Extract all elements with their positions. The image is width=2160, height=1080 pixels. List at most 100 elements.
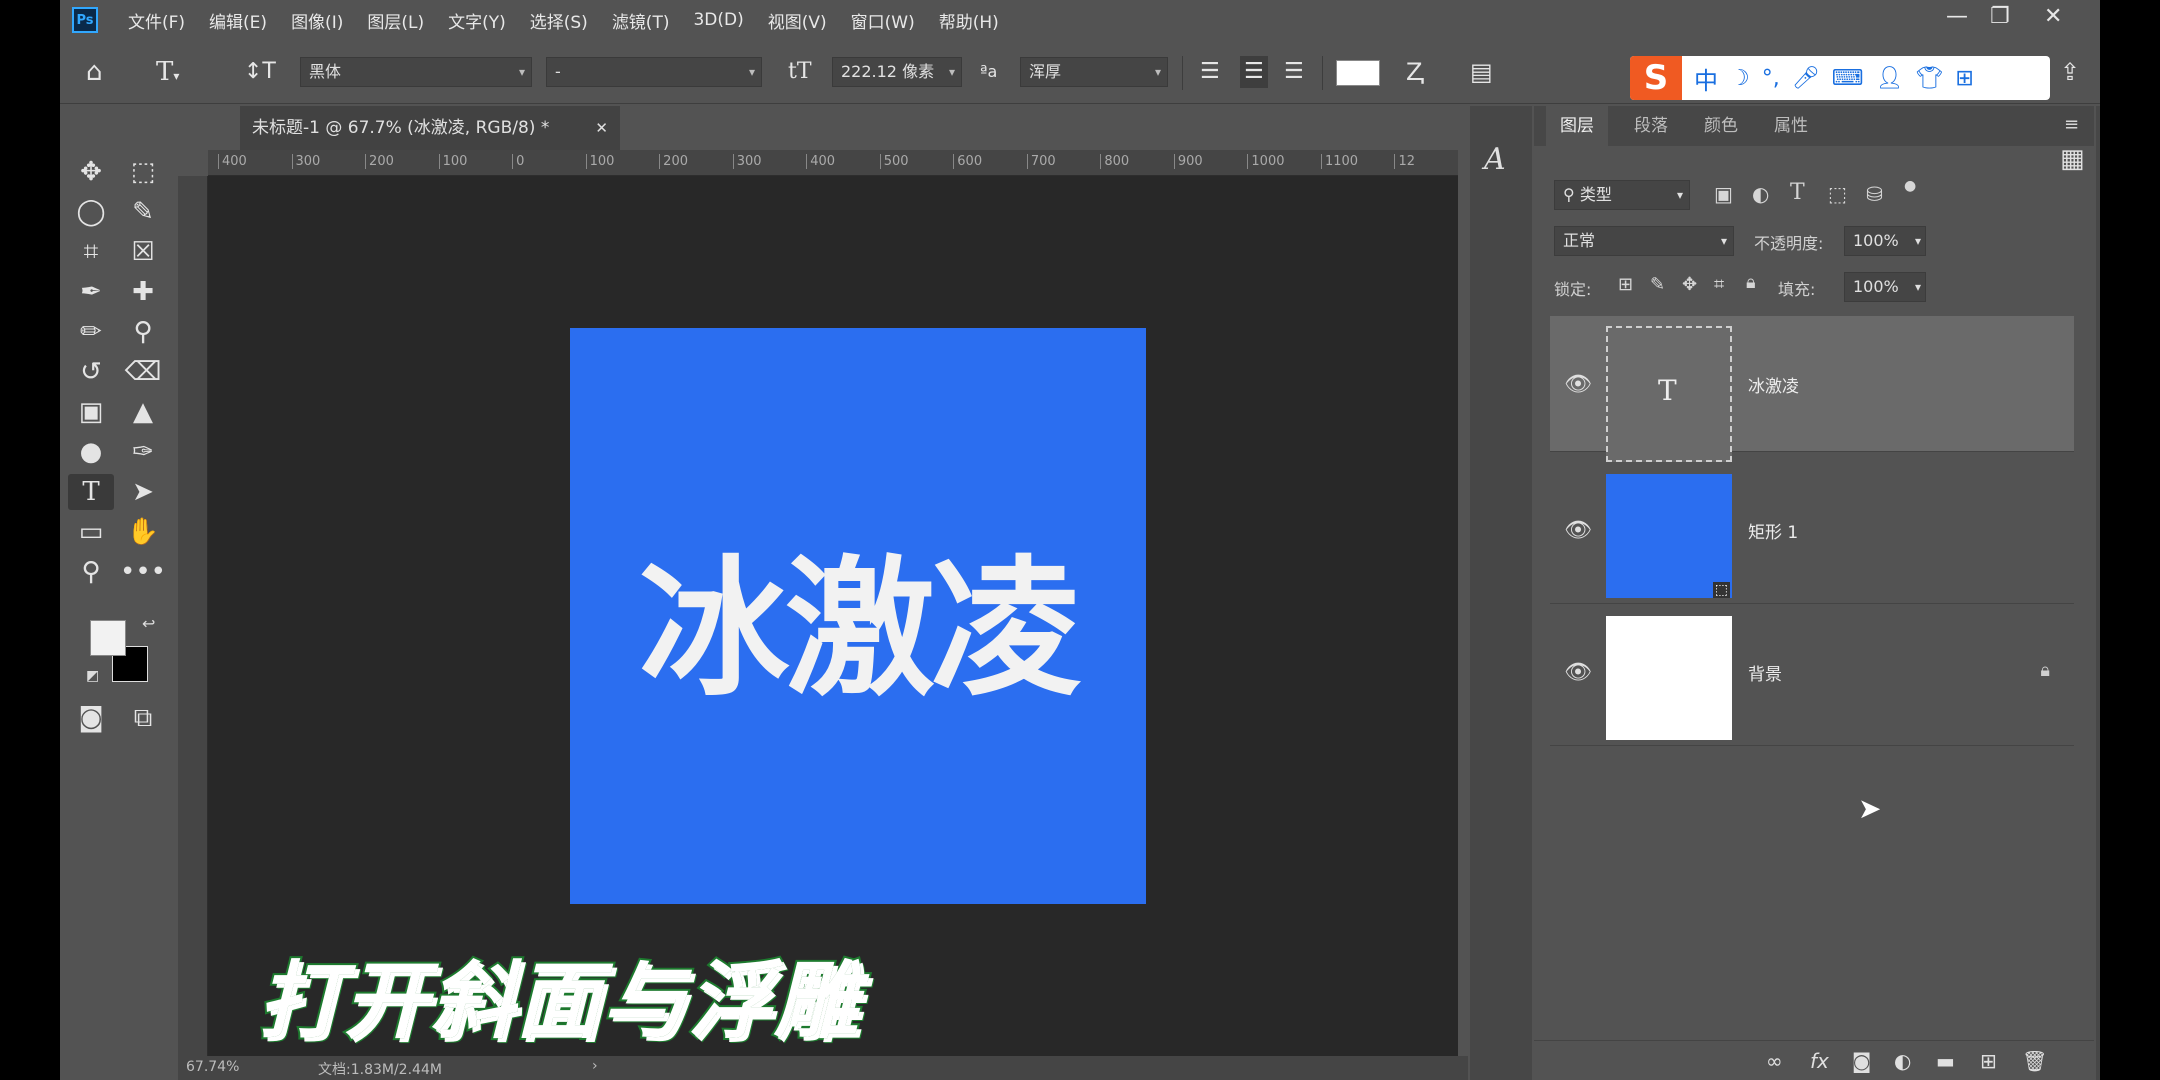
- add-mask-icon[interactable]: ◙: [1852, 1049, 1871, 1073]
- filter-adjustment-icon[interactable]: ◐: [1752, 182, 1769, 206]
- gradient-tool-icon[interactable]: ▣: [68, 394, 114, 430]
- dodge-tool-icon[interactable]: ●: [68, 434, 114, 470]
- layer-row-shape[interactable]: 👁︎ ⬚ 矩形 1: [1550, 462, 2074, 604]
- quick-select-tool-icon[interactable]: ✎: [120, 194, 166, 230]
- more-tools-icon[interactable]: •••: [120, 554, 166, 590]
- layer-style-icon[interactable]: fx: [1810, 1049, 1829, 1073]
- lock-image-icon[interactable]: ✎: [1650, 274, 1665, 295]
- type-tool-preset-icon[interactable]: T▾: [156, 56, 179, 92]
- visibility-eye-icon[interactable]: 👁︎: [1564, 372, 1592, 397]
- fill-field[interactable]: 100% ▾: [1844, 272, 1926, 302]
- path-select-tool-icon[interactable]: ➤: [120, 474, 166, 510]
- tab-properties[interactable]: 属性: [1774, 106, 1808, 146]
- menu-select[interactable]: 选择(S): [530, 8, 588, 33]
- foreground-color-swatch[interactable]: [90, 620, 126, 656]
- menu-window[interactable]: 窗口(W): [851, 8, 915, 33]
- tab-color[interactable]: 颜色: [1704, 106, 1738, 146]
- menu-3d[interactable]: 3D(D): [693, 10, 743, 30]
- lock-transparent-icon[interactable]: ⊞: [1618, 274, 1633, 295]
- font-size-field[interactable]: 222.12 像素 ▾: [832, 57, 962, 87]
- brush-tool-icon[interactable]: ✏: [68, 314, 114, 350]
- punctuation-icon[interactable]: °,: [1762, 66, 1780, 91]
- delete-layer-icon[interactable]: 🗑︎: [2022, 1049, 2047, 1073]
- layer-name[interactable]: 矩形 1: [1748, 518, 1798, 543]
- status-menu-icon[interactable]: ›: [592, 1058, 598, 1074]
- marquee-tool-icon[interactable]: ⬚: [120, 154, 166, 190]
- warp-text-icon[interactable]: Ⱬ: [1406, 56, 1422, 88]
- close-icon[interactable]: ✕: [2044, 4, 2062, 29]
- zoom-level[interactable]: 67.74%: [186, 1059, 239, 1075]
- antialias-select[interactable]: 浑厚 ▾: [1020, 57, 1168, 87]
- canvas-area[interactable]: 冰激凌: [208, 176, 1458, 1056]
- swap-colors-icon[interactable]: ↩: [142, 614, 155, 633]
- libraries-panel-icon[interactable]: ▦: [2060, 144, 2085, 174]
- layer-row-background[interactable]: 👁︎ 背景 🔒︎: [1550, 604, 2074, 746]
- crop-tool-icon[interactable]: ⌗: [68, 234, 114, 270]
- filter-shape-icon[interactable]: ⬚: [1828, 182, 1847, 206]
- visibility-eye-icon[interactable]: 👁︎: [1564, 660, 1592, 685]
- tab-paragraph[interactable]: 段落: [1634, 106, 1668, 146]
- artwork-text-layer[interactable]: 冰激凌: [639, 508, 1081, 725]
- link-layers-icon[interactable]: ∞: [1766, 1049, 1783, 1073]
- user-icon[interactable]: 👤︎: [1875, 66, 1903, 91]
- type-tool-icon[interactable]: T: [68, 474, 114, 510]
- menu-type[interactable]: 文字(Y): [448, 8, 506, 33]
- new-layer-icon[interactable]: ⊞: [1980, 1049, 1997, 1073]
- home-icon[interactable]: ⌂: [86, 56, 103, 88]
- default-colors-icon[interactable]: ◩: [86, 668, 99, 684]
- filter-toggle-icon[interactable]: ●: [1904, 178, 1916, 194]
- adjustment-layer-icon[interactable]: ◐: [1894, 1049, 1911, 1073]
- pen-tool-icon[interactable]: ✑: [120, 434, 166, 470]
- move-tool-icon[interactable]: ✥: [68, 154, 114, 190]
- close-tab-icon[interactable]: ✕: [595, 106, 608, 150]
- microphone-icon[interactable]: 🎤︎: [1792, 66, 1820, 91]
- layer-name[interactable]: 冰激凌: [1748, 372, 1799, 397]
- panel-menu-icon[interactable]: ≡: [2064, 114, 2079, 135]
- new-group-icon[interactable]: ▬: [1936, 1049, 1955, 1073]
- blur-tool-icon[interactable]: ▲: [120, 394, 166, 430]
- screen-mode-icon[interactable]: ⧉: [120, 700, 166, 736]
- document-tab[interactable]: 未标题-1 @ 67.7% (冰激凌, RGB/8) * ✕: [240, 106, 620, 150]
- rectangle-tool-icon[interactable]: ▭: [68, 514, 114, 550]
- quick-mask-icon[interactable]: ◙: [68, 700, 114, 736]
- lock-icon[interactable]: 🔒︎: [2040, 660, 2050, 681]
- lock-artboard-icon[interactable]: ⌗: [1714, 274, 1724, 295]
- character-panel-icon[interactable]: A: [1484, 142, 1506, 177]
- skin-icon[interactable]: 👕︎: [1915, 66, 1943, 91]
- keyboard-icon[interactable]: ⌨: [1832, 66, 1864, 91]
- font-style-select[interactable]: - ▾: [546, 57, 762, 87]
- blend-mode-select[interactable]: 正常 ▾: [1554, 226, 1734, 256]
- healing-brush-tool-icon[interactable]: ✚: [120, 274, 166, 310]
- hand-tool-icon[interactable]: ✋: [120, 514, 166, 550]
- toolbox-icon[interactable]: ⊞: [1955, 66, 1973, 91]
- lock-all-icon[interactable]: 🔒︎: [1746, 272, 1756, 293]
- share-icon[interactable]: ⇪: [2060, 56, 2080, 88]
- frame-tool-icon[interactable]: ☒: [120, 234, 166, 270]
- document-artboard[interactable]: 冰激凌: [570, 328, 1146, 904]
- menu-view[interactable]: 视图(V): [768, 8, 827, 33]
- zoom-tool-icon[interactable]: ⚲: [68, 554, 114, 590]
- tab-layers[interactable]: 图层: [1546, 106, 1608, 146]
- opacity-field[interactable]: 100% ▾: [1844, 226, 1926, 256]
- character-panel-icon[interactable]: ▤: [1470, 56, 1493, 88]
- minimize-icon[interactable]: —: [1946, 4, 1968, 29]
- eraser-tool-icon[interactable]: ⌫: [120, 354, 166, 390]
- menu-filter[interactable]: 滤镜(T): [612, 8, 670, 33]
- filter-pixel-icon[interactable]: ▣: [1714, 182, 1733, 206]
- filter-type-icon[interactable]: T: [1790, 180, 1805, 205]
- visibility-eye-icon[interactable]: 👁︎: [1564, 518, 1592, 543]
- eyedropper-tool-icon[interactable]: ✒: [68, 274, 114, 310]
- layer-name[interactable]: 背景: [1748, 660, 1782, 685]
- restore-icon[interactable]: ❐: [1990, 4, 2010, 29]
- clone-stamp-tool-icon[interactable]: ⚲: [120, 314, 166, 350]
- toggle-text-orientation-icon[interactable]: ↕T: [244, 56, 276, 88]
- menu-file[interactable]: 文件(F): [128, 8, 185, 33]
- ime-mode[interactable]: 中: [1694, 61, 1718, 96]
- align-center-icon[interactable]: ☰: [1240, 56, 1268, 88]
- menu-image[interactable]: 图像(I): [291, 8, 343, 33]
- layer-filter-select[interactable]: ⚲ 类型 ▾: [1554, 180, 1690, 210]
- menu-help[interactable]: 帮助(H): [939, 8, 999, 33]
- menu-edit[interactable]: 编辑(E): [209, 8, 267, 33]
- font-family-select[interactable]: 黑体 ▾: [300, 57, 532, 87]
- menu-layer[interactable]: 图层(L): [367, 8, 424, 33]
